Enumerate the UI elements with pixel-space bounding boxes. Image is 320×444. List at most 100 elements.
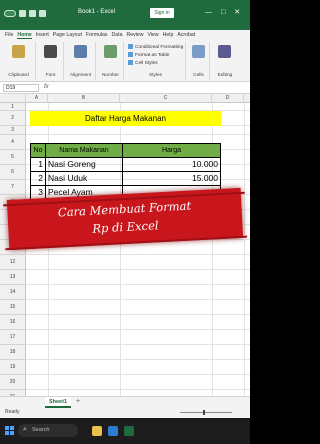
tab-insert[interactable]: Insert	[36, 32, 49, 38]
cell-name[interactable]: Nasi Goreng	[45, 157, 123, 172]
ribbon-tabs: File Home Insert Page Layout Formulas Da…	[0, 30, 250, 40]
tab-view[interactable]: View	[148, 32, 159, 38]
row-header[interactable]: 3	[0, 126, 26, 135]
tab-review[interactable]: Review	[127, 32, 144, 38]
cell-price[interactable]: 10.000	[122, 157, 221, 172]
gridline	[26, 314, 250, 315]
cells-label: Cells	[193, 73, 204, 78]
column-header[interactable]: A	[26, 94, 48, 103]
font-group: Font	[38, 42, 64, 80]
cell-name[interactable]: Nasi Uduk	[45, 171, 123, 186]
clipboard-label: Clipboard	[8, 73, 29, 78]
styles-group: Conditional Formatting Format as Table C…	[126, 42, 186, 80]
header-no[interactable]: No	[30, 143, 46, 158]
excel-app-icon[interactable]	[124, 426, 134, 436]
conditional-formatting-button[interactable]: Conditional Formatting	[128, 44, 183, 50]
gridline	[26, 299, 250, 300]
fx-icon[interactable]: fx	[44, 84, 49, 90]
font-icon[interactable]	[44, 45, 57, 58]
gridline	[26, 329, 250, 330]
number-group: Number	[98, 42, 124, 80]
tab-file[interactable]: File	[5, 32, 13, 38]
row-header[interactable]: 2	[0, 111, 26, 126]
search-icon: ⌕	[23, 426, 27, 433]
autosave-toggle[interactable]	[4, 10, 16, 17]
row-header[interactable]: 1	[0, 103, 26, 111]
gridline	[26, 389, 250, 390]
row-header[interactable]: 7	[0, 180, 26, 195]
sheet-title-cell[interactable]: Daftar Harga Makanan	[30, 111, 221, 126]
tab-help[interactable]: Help	[163, 32, 174, 38]
redo-icon[interactable]	[39, 10, 46, 17]
zoom-slider[interactable]	[180, 412, 232, 413]
column-header[interactable]: E	[244, 94, 250, 103]
edge-icon[interactable]	[108, 426, 118, 436]
row-header[interactable]: 20	[0, 375, 26, 390]
row-header[interactable]: 17	[0, 330, 26, 345]
number-label: Number	[101, 73, 120, 78]
column-header[interactable]: D	[212, 94, 244, 103]
gridline	[26, 359, 250, 360]
banner-line-2: Rp di Excel	[92, 218, 159, 236]
windows-start-icon[interactable]	[5, 426, 14, 435]
add-sheet-button[interactable]: +	[76, 398, 80, 405]
zoom-slider-handle[interactable]	[203, 410, 205, 415]
status-bar: Ready	[0, 408, 250, 418]
row-header[interactable]: 6	[0, 165, 26, 180]
alignment-group: Alignment	[66, 42, 96, 80]
cell-styles-button[interactable]: Cell Styles	[128, 60, 158, 66]
column-header[interactable]: B	[48, 94, 120, 103]
alignment-icon[interactable]	[74, 45, 87, 58]
tab-formulas[interactable]: Formulas	[86, 32, 108, 38]
cell-no[interactable]: 2	[30, 171, 46, 186]
gridline	[26, 284, 250, 285]
taskbar-search[interactable]: ⌕ Search	[18, 424, 78, 437]
undo-icon[interactable]	[29, 10, 36, 17]
name-box[interactable]: D19	[3, 84, 39, 92]
paste-icon[interactable]	[12, 45, 25, 58]
close-button[interactable]: ✕	[234, 9, 240, 17]
row-header[interactable]: 4	[0, 135, 26, 150]
gridline	[26, 374, 250, 375]
number-format-icon[interactable]	[104, 45, 117, 58]
editing-icon[interactable]	[218, 45, 231, 58]
search-label: Search	[32, 427, 50, 433]
row-header[interactable]: 18	[0, 345, 26, 360]
select-all-corner[interactable]	[0, 94, 26, 103]
sign-in-button[interactable]: Sign in	[150, 8, 174, 18]
cell-price[interactable]: 15.000	[122, 171, 221, 186]
status-text: Ready	[5, 409, 20, 415]
row-header[interactable]: 15	[0, 300, 26, 315]
cell-no[interactable]: 1	[30, 157, 46, 172]
styles-label: Styles	[148, 73, 163, 78]
sheet-tab[interactable]: Sheet1	[45, 397, 71, 408]
cells-group: Cells	[188, 42, 210, 80]
formula-input[interactable]	[56, 84, 246, 92]
editing-label: Editing	[217, 73, 233, 78]
tab-home[interactable]: Home	[17, 32, 32, 39]
save-icon[interactable]	[19, 10, 26, 17]
tab-acrobat[interactable]: Acrobat	[177, 32, 195, 38]
file-explorer-icon[interactable]	[92, 426, 102, 436]
header-nama-makanan[interactable]: Nama Makanan	[45, 143, 123, 158]
tab-page-layout[interactable]: Page Layout	[53, 32, 82, 38]
minimize-button[interactable]: —	[205, 9, 212, 17]
window-title: Book1 - Excel	[78, 9, 116, 15]
header-harga[interactable]: Harga	[122, 143, 221, 158]
maximize-button[interactable]: □	[221, 9, 225, 17]
format-as-table-button[interactable]: Format as Table	[128, 52, 169, 58]
editing-group: Editing	[212, 42, 238, 80]
tab-data[interactable]: Data	[112, 32, 123, 38]
worksheet-grid[interactable]: A B C D E 123456789101112131415161718192…	[0, 94, 250, 396]
cells-icon[interactable]	[192, 45, 205, 58]
window-controls: — □ ✕	[205, 9, 240, 17]
row-header[interactable]: 5	[0, 150, 26, 165]
column-header[interactable]: C	[120, 94, 212, 103]
row-header[interactable]: 14	[0, 285, 26, 300]
gridline	[26, 344, 250, 345]
row-header[interactable]: 12	[0, 255, 26, 270]
row-header[interactable]: 16	[0, 315, 26, 330]
gridline	[26, 254, 250, 255]
row-header[interactable]: 13	[0, 270, 26, 285]
row-header[interactable]: 19	[0, 360, 26, 375]
